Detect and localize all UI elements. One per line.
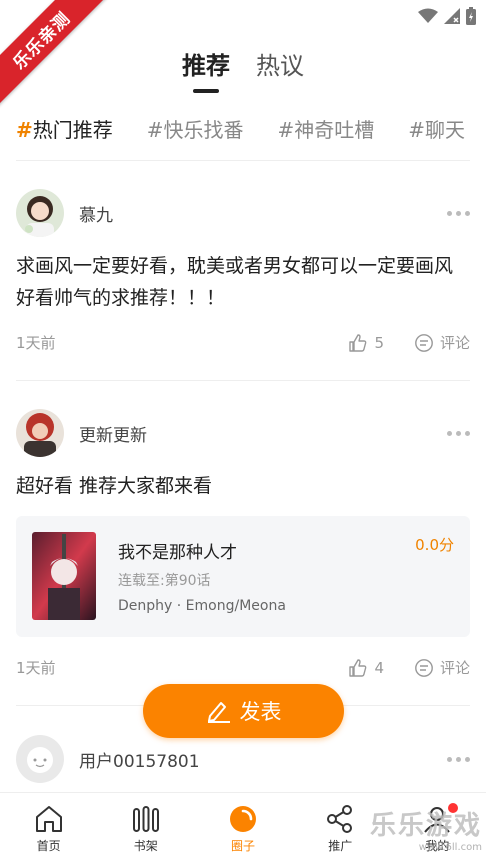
watermark-url: www.6ll.com: [418, 842, 482, 853]
book-status: 连载至:第90话: [118, 573, 211, 589]
watermark: 乐乐游戏 www.6ll.com: [364, 805, 482, 855]
comment-icon: [415, 658, 433, 677]
avatar[interactable]: [16, 409, 64, 457]
signal-icon: [444, 8, 460, 24]
tab-hot[interactable]: 热议: [256, 46, 304, 81]
post-text[interactable]: 求画风一定要好看，耽美或者男女都可以一定要画风好看帅气的求推荐！！！: [16, 250, 466, 314]
topic-chat[interactable]: #聊天: [408, 114, 465, 146]
like-count: 5: [374, 333, 384, 352]
book-title: 我不是那种人才: [118, 543, 237, 563]
comment-button[interactable]: 评论: [414, 332, 470, 353]
edit-icon: [207, 702, 230, 723]
wifi-icon: [418, 8, 438, 23]
nav-label: 推广: [328, 839, 353, 853]
home-icon: [35, 806, 62, 832]
topic-label: 热门推荐: [32, 118, 113, 142]
status-icons: [418, 7, 476, 25]
book-score: 0.0分: [415, 536, 454, 554]
post-text[interactable]: 超好看 推荐大家都来看: [16, 470, 466, 502]
topic-hot-recommend[interactable]: #热门推荐: [16, 114, 113, 146]
username[interactable]: 慕九: [79, 201, 113, 226]
bookshelf-icon: [132, 806, 159, 832]
comment-label: 评论: [439, 659, 470, 677]
more-icon[interactable]: [447, 757, 470, 762]
like-count: 4: [374, 658, 384, 677]
thumbs-up-icon: [349, 333, 367, 352]
username[interactable]: 更新更新: [79, 421, 147, 446]
divider: [16, 380, 470, 381]
battery-icon: [466, 7, 476, 25]
nav-label: 圈子: [231, 839, 256, 853]
avatar[interactable]: [16, 735, 64, 783]
topic-rant[interactable]: #神奇吐槽: [278, 114, 375, 146]
circle-icon: [230, 806, 256, 832]
book-card[interactable]: 我不是那种人才 0.0分 连载至:第90话 Denphy · Emong/Meo…: [16, 516, 470, 637]
topic-happy-find[interactable]: #快乐找番: [147, 114, 244, 146]
post-time: 1天前: [16, 659, 56, 677]
nav-circle[interactable]: 圈子: [194, 793, 291, 865]
post-header: 用户00157801: [16, 735, 200, 783]
username[interactable]: 用户00157801: [79, 747, 200, 772]
avatar[interactable]: [16, 189, 64, 237]
nav-label: 首页: [36, 839, 61, 853]
comment-button[interactable]: 评论: [414, 657, 470, 678]
thumbs-up-icon: [349, 658, 367, 677]
post-time: 1天前: [16, 334, 56, 352]
post-meta: 1天前 4 评论: [16, 657, 470, 678]
publish-label: 发表: [239, 700, 282, 724]
divider: [16, 160, 470, 161]
post-header: 慕九: [16, 189, 113, 237]
share-icon: [327, 805, 353, 833]
like-button[interactable]: 4: [348, 658, 384, 678]
comment-label: 评论: [439, 334, 470, 352]
post-meta: 1天前 5 评论: [16, 332, 470, 353]
book-cover[interactable]: [32, 532, 96, 620]
publish-button[interactable]: 发表: [143, 684, 344, 738]
nav-label: 书架: [133, 839, 158, 853]
like-button[interactable]: 5: [348, 333, 384, 353]
post-header: 更新更新: [16, 409, 147, 457]
topic-bar: #热门推荐 #快乐找番 #神奇吐槽 #聊天: [16, 114, 486, 146]
book-author: Denphy · Emong/Meona: [118, 598, 286, 614]
tab-recommend[interactable]: 推荐: [182, 46, 230, 93]
nav-home[interactable]: 首页: [0, 793, 97, 865]
more-icon[interactable]: [447, 431, 470, 436]
nav-bookshelf[interactable]: 书架: [97, 793, 194, 865]
more-icon[interactable]: [447, 211, 470, 216]
watermark-text: 乐乐游戏: [369, 811, 482, 841]
top-tabs: 推荐 热议: [0, 46, 486, 93]
comment-icon: [415, 333, 433, 352]
